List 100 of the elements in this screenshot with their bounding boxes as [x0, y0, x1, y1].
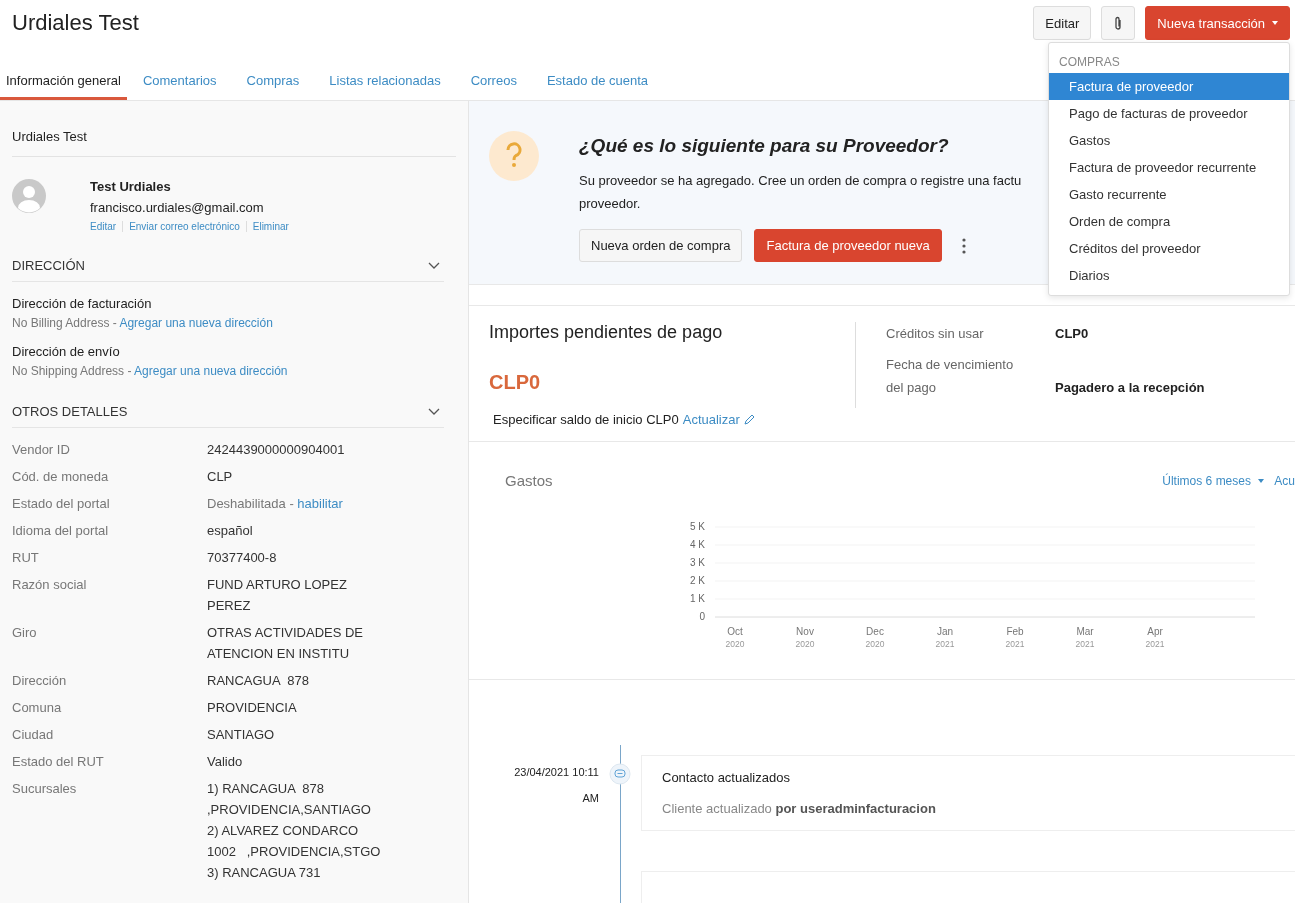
chevron-down-icon[interactable] [428, 408, 440, 415]
x-tick-label: 2021 [935, 639, 955, 649]
x-tick-label: 2021 [1145, 639, 1165, 649]
fact-label: Créditos sin usar [886, 325, 985, 343]
enable-link[interactable]: habilitar [297, 496, 343, 511]
x-tick-label: 2021 [1075, 639, 1095, 649]
y-tick-label: 5 K [690, 521, 705, 532]
menu-item[interactable]: Factura de proveedor recurrente [1049, 154, 1289, 181]
chevron-down-icon[interactable] [428, 262, 440, 269]
fact-label: Fecha de vencimiento del pago [886, 356, 1015, 397]
contact-link[interactable]: Enviar correo electrónico [122, 221, 246, 232]
new-order-button[interactable]: Nueva orden de compra [579, 229, 743, 262]
avatar-icon [12, 179, 46, 213]
fact-value: Pagadero a la recepción [1054, 379, 1205, 397]
x-tick-label: Mar [1076, 626, 1094, 637]
menu-heading: COMPRAS [1058, 54, 1121, 71]
section-heading: DIRECCIÓN [12, 258, 85, 273]
tab[interactable]: Estado de cuenta [540, 73, 655, 100]
chart-option[interactable]: Acu [1274, 473, 1295, 488]
tab[interactable]: Compras [240, 73, 306, 100]
detail-value: CLP [207, 468, 233, 486]
menu-item[interactable]: Diarios [1049, 262, 1289, 289]
detail-label: Estado del portal [12, 495, 111, 513]
detail-value: SANTIAGO [207, 726, 275, 744]
section-heading: OTROS DETALLES [12, 404, 128, 419]
payables-amount: CLP0 [489, 371, 542, 394]
question-icon [489, 131, 539, 181]
detail-label: RUT [12, 549, 40, 567]
y-tick-label: 0 [699, 611, 705, 622]
event-text: Cliente actualizado por useradminfacturacion [662, 801, 937, 816]
y-tick-label: 2 K [690, 575, 705, 586]
x-tick-label: Feb [1006, 626, 1024, 637]
event-title: Contacto actualizados [662, 770, 791, 785]
paperclip-icon [1114, 15, 1123, 31]
x-tick-label: 2020 [725, 639, 745, 649]
detail-value: 3) RANCAGUA 731 [207, 864, 322, 882]
x-tick-label: 2020 [865, 639, 885, 649]
chart-title: Gastos [505, 472, 553, 489]
address-label: Dirección de facturación [12, 296, 153, 311]
detail-value: RANCAGUA 878 [207, 672, 309, 690]
detail-value: Valido [207, 753, 243, 771]
next-steps-text: proveedor. [579, 195, 642, 213]
detail-value: 1002 ,PROVIDENCIA,STGO [207, 843, 381, 861]
detail-label: Razón social [12, 576, 88, 594]
pencil-icon [743, 414, 755, 425]
period-dropdown[interactable]: Últimos 6 meses [1162, 473, 1265, 488]
tab[interactable]: Listas relacionadas [323, 73, 447, 100]
more-icon[interactable] [961, 237, 966, 254]
detail-label: Dirección [12, 672, 68, 690]
detail-label: Vendor ID [12, 441, 71, 459]
x-tick-label: Oct [727, 626, 743, 637]
page-title: Urdiales Test [12, 10, 139, 36]
comment-icon [609, 763, 631, 785]
x-tick-label: 2020 [795, 639, 815, 649]
detail-label: Estado del RUT [12, 753, 105, 771]
detail-label: Idioma del portal [12, 522, 110, 540]
payables-title: Importes pendientes de pago [489, 322, 724, 343]
event-time: AM [581, 791, 599, 806]
address-value: No Billing Address - [12, 316, 117, 330]
y-tick-label: 1 K [690, 593, 705, 604]
detail-label: Cód. de moneda [12, 468, 110, 486]
add-address-link[interactable]: Agregar una nueva dirección [134, 364, 288, 378]
new-bill-button[interactable]: Factura de proveedor nueva [754, 229, 942, 262]
contact-link[interactable]: Eliminar [245, 221, 295, 232]
detail-value: ATENCION EN INSTITU [207, 645, 351, 663]
address-label: Dirección de envío [12, 344, 121, 359]
detail-value: FUND ARTURO LOPEZ [207, 576, 347, 594]
menu-item[interactable]: Pago de facturas de proveedor [1049, 100, 1289, 127]
x-tick-label: Nov [796, 626, 814, 637]
contact-email: francisco.urdiales@gmail.com [90, 200, 265, 215]
detail-label: Ciudad [12, 726, 55, 744]
detail-value: PROVIDENCIA [207, 699, 297, 717]
detail-label: Comuna [12, 699, 63, 717]
x-tick-label: Dec [866, 626, 884, 637]
contact-link[interactable]: Editar [90, 221, 123, 232]
detail-value: Deshabilitada - [207, 496, 294, 511]
update-link[interactable]: Actualizar [682, 412, 740, 427]
menu-item[interactable]: Gasto recurrente [1049, 181, 1289, 208]
detail-value: 70377400-8 [207, 549, 277, 567]
opening-balance-text: Especificar saldo de inicio CLP0 [493, 412, 679, 427]
menu-item[interactable]: Créditos del proveedor [1049, 235, 1289, 262]
detail-value: 2424439000000904001 [207, 441, 345, 459]
contact-name: Test Urdiales [90, 179, 172, 194]
tab[interactable]: Comentarios [136, 73, 223, 100]
y-tick-label: 4 K [690, 539, 705, 550]
add-address-link[interactable]: Agregar una nueva dirección [119, 316, 273, 330]
edit-button[interactable]: Editar [1033, 6, 1092, 40]
next-steps-text: Su proveedor se ha agregado. Cree un orden de compra o registre una factu [579, 172, 1022, 190]
event-date: 23/04/2021 10:11 [513, 765, 599, 780]
x-tick-label: 2021 [1005, 639, 1025, 649]
new-transaction-button[interactable]: Nueva transacción [1145, 6, 1290, 40]
menu-item[interactable]: Factura de proveedor [1049, 73, 1289, 100]
detail-value: OTRAS ACTIVIDADES DE [207, 624, 364, 642]
detail-value: 1) RANCAGUA 878 [207, 780, 326, 798]
menu-item[interactable]: Orden de compra [1049, 208, 1289, 235]
y-tick-label: 3 K [690, 557, 705, 568]
detail-value: español [207, 522, 253, 540]
tab[interactable]: Correos [464, 73, 523, 100]
attachment-button[interactable] [1101, 6, 1136, 40]
menu-item[interactable]: Gastos [1049, 127, 1289, 154]
